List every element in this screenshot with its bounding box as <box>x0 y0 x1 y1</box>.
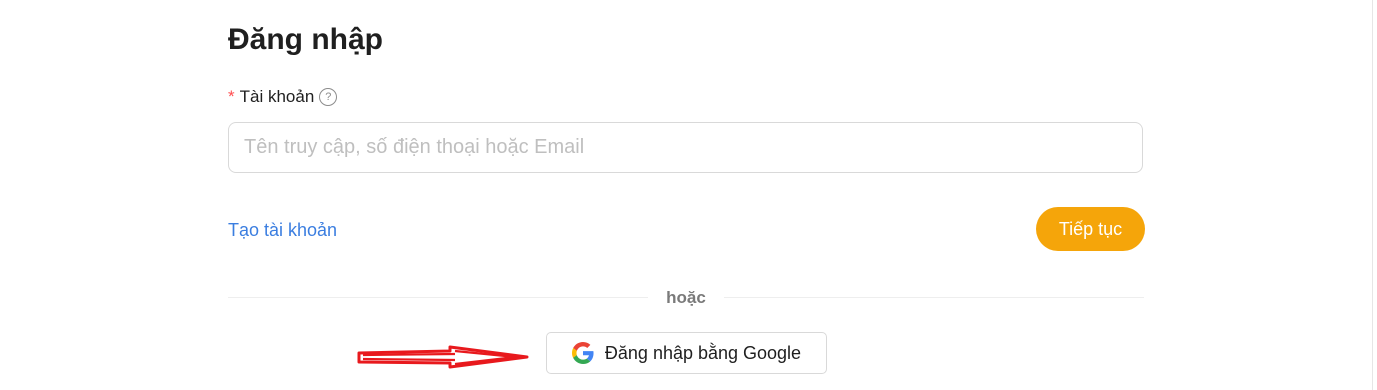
scrollbar-edge <box>1372 0 1373 390</box>
create-account-link[interactable]: Tạo tài khoản <box>228 218 337 242</box>
account-input[interactable] <box>228 122 1143 173</box>
page-title: Đăng nhập <box>228 23 383 56</box>
account-label-text: Tài khoản <box>239 87 315 106</box>
google-login-button[interactable]: Đăng nhập bằng Google <box>546 332 827 374</box>
required-mark: * <box>228 87 235 106</box>
red-arrow-icon <box>357 345 529 369</box>
divider-line-left <box>228 297 648 298</box>
divider-line-right <box>724 297 1144 298</box>
question-circle-icon[interactable]: ? <box>319 88 338 106</box>
login-page: Đăng nhập * Tài khoản ? Tạo tài khoản Ti… <box>0 0 1377 390</box>
google-logo-icon <box>571 342 594 364</box>
divider-text: hoặc <box>666 288 706 307</box>
account-label: * Tài khoản ? <box>228 86 338 108</box>
google-button-label: Đăng nhập bằng Google <box>604 342 802 363</box>
continue-button[interactable]: Tiếp tục <box>1036 207 1145 251</box>
